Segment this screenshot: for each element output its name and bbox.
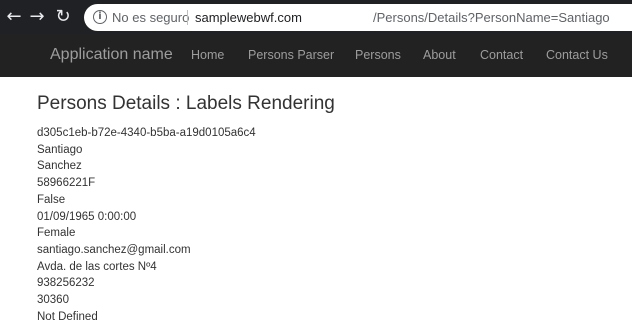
person-status: Not Defined [37,310,98,323]
person-first-name: Santiago [37,143,83,156]
address-bar[interactable]: i No es seguro samplewebwf.com /Persons/… [84,4,632,31]
nav-persons-parser[interactable]: Persons Parser [248,48,334,62]
person-gender: Female [37,227,76,240]
person-email: santiago.sanchez@gmail.com [37,243,191,256]
reload-icon[interactable]: ↻ [53,7,73,27]
nav-persons[interactable]: Persons [355,48,401,62]
person-details: d305c1eb-b72e-4340-b5ba-a19d0105a6c4 San… [37,125,335,325]
nav-home[interactable]: Home [191,48,224,62]
main-content: Persons Details : Labels Rendering d305c… [37,93,335,325]
url-host[interactable]: samplewebwf.com [195,10,302,25]
forward-arrow-icon[interactable]: → [27,7,47,27]
person-birth-date: 01/09/1965 0:00:00 [37,210,137,223]
person-phone: 938256232 [37,277,95,290]
nav-contact[interactable]: Contact [480,48,523,62]
site-navbar: Application name Home Persons Parser Per… [0,34,632,77]
person-id: d305c1eb-b72e-4340-b5ba-a19d0105a6c4 [37,127,256,139]
security-status[interactable]: No es seguro [112,10,189,25]
person-address: Avda. de las cortes Nº4 [37,260,157,273]
nav-contact-us[interactable]: Contact Us [546,48,608,62]
brand-link[interactable]: Application name [50,46,173,64]
nav-about[interactable]: About [423,48,456,62]
person-last-name: Sanchez [37,160,82,173]
browser-toolbar: ← → ↻ i No es seguro samplewebwf.com /Pe… [0,0,632,34]
address-separator [187,10,188,25]
person-document-id: 58966221F [37,177,96,190]
page-title: Persons Details : Labels Rendering [37,93,335,114]
info-icon[interactable]: i [93,10,107,24]
back-arrow-icon[interactable]: ← [4,7,24,27]
person-flag: False [37,193,66,206]
url-path[interactable]: /Persons/Details?PersonName=Santiago [373,10,610,25]
person-postal-code: 30360 [37,294,69,307]
